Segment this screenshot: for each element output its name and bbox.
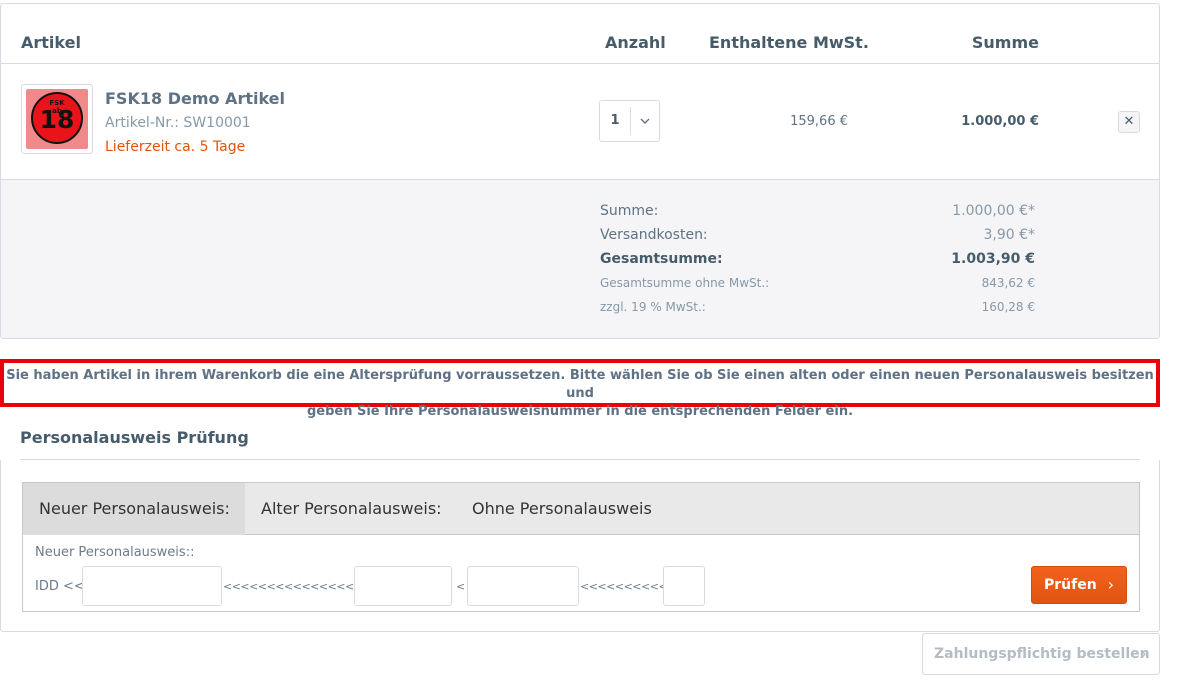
totals-value: 160,28 € <box>981 300 1035 314</box>
tab-no-id[interactable]: Ohne Personalausweis <box>472 483 652 535</box>
id-number-input-3[interactable] <box>467 566 579 606</box>
remove-item-button[interactable]: ✕ <box>1118 111 1140 133</box>
totals-row-sum: Summe: 1.000,00 €* <box>600 203 1035 223</box>
totals-label: Summe: <box>600 203 659 219</box>
delivery-time: Lieferzeit ca. 5 Tage <box>105 139 246 155</box>
fsk18-badge-icon: FSK ab 18 <box>26 89 88 149</box>
close-icon: ✕ <box>1123 114 1135 129</box>
chevron-right-icon: › <box>1107 575 1114 594</box>
warning-line-2: geben Sie Ihre Personalausweisnummer in … <box>306 404 854 419</box>
totals-value: 843,62 € <box>981 276 1035 290</box>
totals-value: 1.000,00 €* <box>952 203 1035 219</box>
totals-value: 3,90 €* <box>983 227 1035 243</box>
idd-prefix: IDD << <box>35 579 85 594</box>
header-article: Artikel <box>21 33 81 52</box>
age-verification-warning: Sie haben Artikel in ihrem Warenkorb die… <box>0 359 1160 419</box>
totals-row-vat: zzgl. 19 % MwSt.: 160,28 € <box>600 300 1035 320</box>
quantity-select[interactable]: 1 <box>599 100 660 142</box>
chevron-down-icon[interactable] <box>631 101 659 141</box>
totals-label: Gesamtsumme: <box>600 251 723 267</box>
tab-old-id[interactable]: Alter Personalausweis: <box>261 483 442 535</box>
check-label: Prüfen <box>1044 577 1097 593</box>
id-separator-1: <<<<<<<<<<<<<<<<< <box>223 580 372 593</box>
id-number-input-4[interactable] <box>663 566 705 606</box>
cart-totals: Summe: 1.000,00 €* Versandkosten: 3,90 €… <box>1 179 1159 338</box>
quantity-value: 1 <box>610 113 620 128</box>
id-separator-2: < <box>456 580 465 593</box>
cart-header: Artikel Anzahl Enthaltene MwSt. Summe <box>1 4 1159 64</box>
totals-row-shipping: Versandkosten: 3,90 €* <box>600 227 1035 247</box>
item-total: 1.000,00 € <box>961 114 1039 129</box>
product-name-link[interactable]: FSK18 Demo Artikel <box>105 89 285 108</box>
totals-label: Gesamtsumme ohne MwSt.: <box>600 276 770 290</box>
cart-item-row: FSK ab 18 FSK18 Demo Artikel Artikel-Nr.:… <box>1 64 1159 179</box>
totals-row-net: Gesamtsumme ohne MwSt.: 843,62 € <box>600 276 1035 296</box>
header-sum: Summe <box>971 33 1039 52</box>
id-separator-3: <<<<<<<<<< <box>580 580 668 593</box>
id-check-panel: Neuer Personalausweis: Alter Personalaus… <box>22 482 1140 612</box>
fsk-number: 18 <box>39 105 75 134</box>
header-tax: Enthaltene MwSt. <box>709 33 869 52</box>
warning-line-1: Sie haben Artikel in ihrem Warenkorb die… <box>6 368 1154 401</box>
totals-row-grand: Gesamtsumme: 1.003,90 € <box>600 251 1035 271</box>
id-check-box: Neuer Personalausweis: Alter Personalaus… <box>0 460 1160 632</box>
product-sku: Artikel-Nr.: SW10001 <box>105 115 251 131</box>
id-number-input-2[interactable] <box>354 566 452 606</box>
totals-label: Versandkosten: <box>600 227 708 243</box>
id-check-title: Personalausweis Prüfung <box>20 428 249 447</box>
id-number-input-1[interactable] <box>82 566 222 606</box>
header-quantity: Anzahl <box>605 33 666 52</box>
check-id-button[interactable]: Prüfen › <box>1031 566 1127 604</box>
totals-value: 1.003,90 € <box>951 251 1035 267</box>
cart-table: Artikel Anzahl Enthaltene MwSt. Summe FS… <box>0 3 1160 339</box>
order-label: Zahlungspflichtig bestellen <box>934 646 1150 662</box>
chevron-right-icon: › <box>1140 644 1147 663</box>
id-type-tabs: Neuer Personalausweis: Alter Personalaus… <box>23 483 1139 535</box>
item-tax: 159,66 € <box>790 114 848 129</box>
id-field-title: Neuer Personalausweis:: <box>35 545 195 560</box>
product-thumbnail[interactable]: FSK ab 18 <box>21 84 93 154</box>
totals-label: zzgl. 19 % MwSt.: <box>600 300 706 314</box>
tab-new-id[interactable]: Neuer Personalausweis: <box>23 483 245 535</box>
fsk-circle: FSK ab 18 <box>31 92 83 144</box>
place-order-button[interactable]: Zahlungspflichtig bestellen › <box>922 633 1160 675</box>
